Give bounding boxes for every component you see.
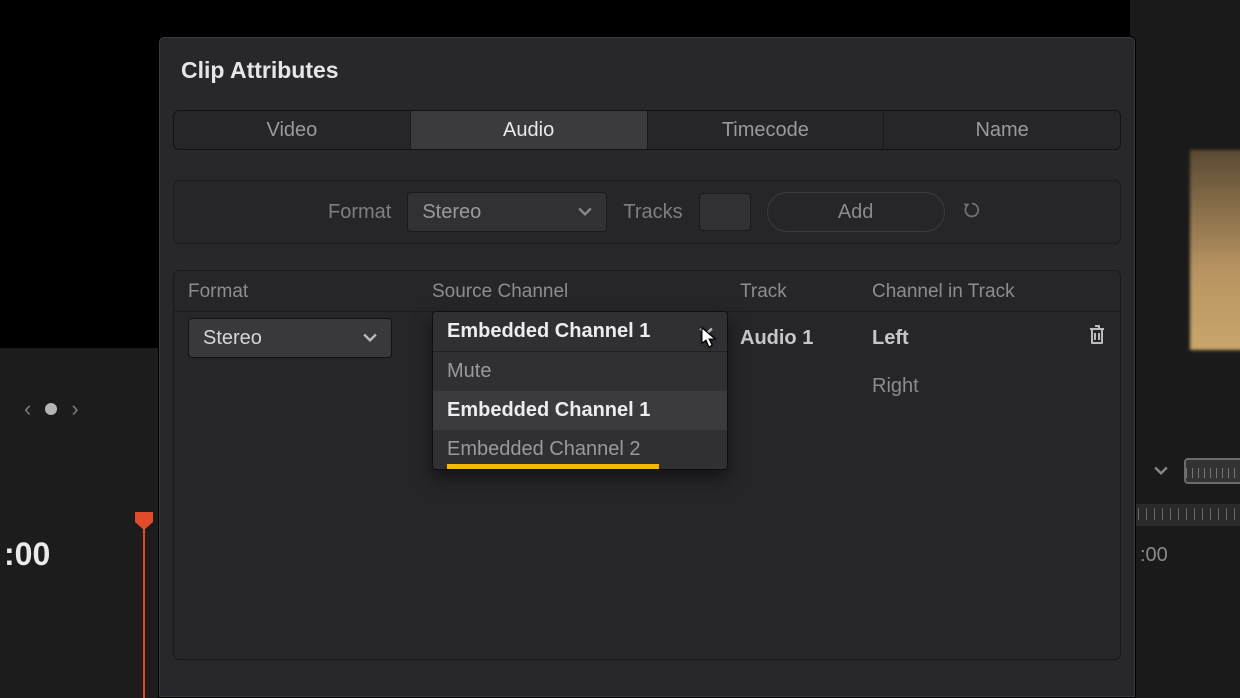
add-button[interactable]: Add [767, 192, 945, 232]
row-channel-in-track: Right [872, 375, 1072, 398]
chevron-left-icon[interactable]: ‹ [24, 396, 31, 422]
channel-table: Format Source Channel Track Channel in T… [173, 270, 1121, 660]
timeline-timecode-left: :00 [4, 536, 50, 573]
row-format-select[interactable]: Stereo [188, 318, 392, 358]
source-channel-dropdown[interactable]: Embedded Channel 1 Mute Embedded Channel… [432, 311, 728, 470]
delete-row-button[interactable] [1087, 324, 1107, 352]
reset-icon[interactable] [961, 199, 983, 226]
format-select-value: Stereo [422, 201, 481, 224]
col-track: Track [740, 281, 872, 303]
row-channel-in-track: Left [872, 327, 1072, 350]
tracks-label: Tracks [623, 201, 682, 224]
page-dot[interactable] [45, 403, 57, 415]
dropdown-option-embedded-2[interactable]: Embedded Channel 2 [433, 430, 727, 469]
right-toolbar [1152, 458, 1240, 484]
format-select[interactable]: Stereo [407, 192, 607, 232]
format-label: Format [328, 201, 391, 224]
playhead-line [143, 526, 145, 698]
dialog-title: Clip Attributes [159, 37, 1135, 92]
add-track-controls: Format Stereo Tracks Add [173, 180, 1121, 244]
tab-timecode[interactable]: Timecode [648, 111, 885, 149]
col-format: Format [188, 281, 432, 303]
chevron-down-icon [699, 325, 713, 339]
chevron-down-icon [363, 331, 377, 345]
backdrop-thumbnail [1190, 150, 1240, 350]
timeline-timecode-right: :00 [1140, 544, 1168, 567]
dropdown-option-label: Embedded Channel 2 [447, 438, 640, 460]
tab-video[interactable]: Video [174, 111, 411, 149]
tracks-input[interactable] [699, 193, 751, 231]
chevron-down-icon [578, 205, 592, 219]
add-button-label: Add [838, 201, 874, 224]
table-header: Format Source Channel Track Channel in T… [174, 271, 1120, 312]
highlight-underline [447, 464, 659, 469]
dropdown-selected-label: Embedded Channel 1 [447, 320, 650, 343]
tab-name[interactable]: Name [884, 111, 1120, 149]
chevron-down-icon[interactable] [1152, 462, 1170, 480]
row-format-value: Stereo [203, 327, 262, 350]
timeline-ruler[interactable] [1130, 504, 1240, 526]
tab-bar: Video Audio Timecode Name [173, 110, 1121, 150]
row-track: Audio 1 [740, 327, 872, 350]
chevron-right-icon[interactable]: › [71, 396, 78, 422]
ruler-icon[interactable] [1184, 458, 1240, 484]
dropdown-option-mute[interactable]: Mute [433, 352, 727, 391]
page-dots: ‹ › [24, 396, 79, 422]
dropdown-selected[interactable]: Embedded Channel 1 [433, 312, 727, 352]
clip-attributes-dialog: Clip Attributes Video Audio Timecode Nam… [158, 36, 1136, 698]
dropdown-option-embedded-1[interactable]: Embedded Channel 1 [433, 391, 727, 430]
col-channel-in-track: Channel in Track [872, 281, 1072, 303]
tab-audio[interactable]: Audio [411, 111, 648, 149]
col-source-channel: Source Channel [432, 281, 740, 303]
